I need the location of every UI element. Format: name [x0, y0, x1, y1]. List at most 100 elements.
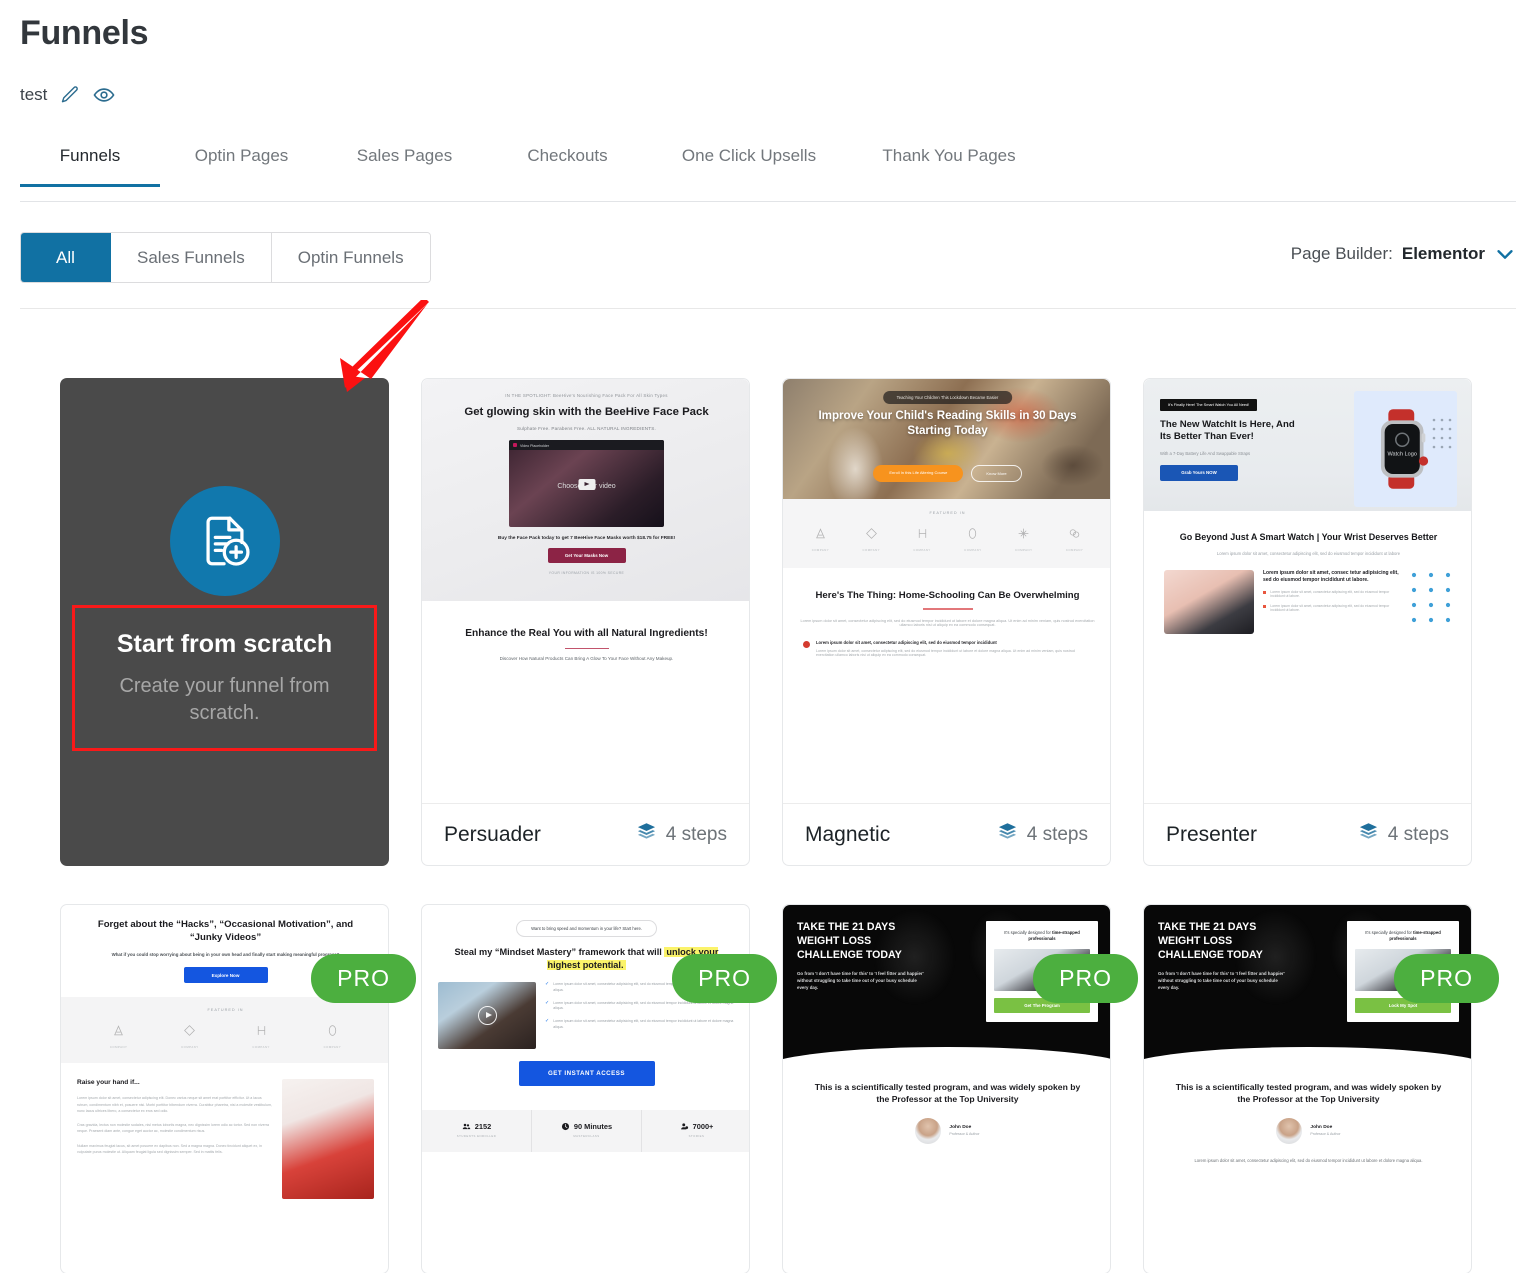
thumb-stat-label: STORIES [688, 1134, 705, 1139]
pro-badge: PRO [672, 954, 777, 1003]
template-card-pro-weightloss-b[interactable]: PRO TAKE THE 21 DAYS WEIGHT LOSS CHALLEN… [1143, 904, 1499, 1273]
template-steps: 4 steps [997, 821, 1088, 848]
filter-sales-funnels[interactable]: Sales Funnels [111, 233, 272, 282]
thumb-stat-value: 7000+ [692, 1122, 714, 1132]
document-plus-icon [169, 486, 280, 596]
section-tabs: Funnels Optin Pages Sales Pages Checkout… [20, 140, 1516, 202]
thumb-video-label: Video Placeholder [520, 443, 550, 448]
funnels-page: Funnels test Funnels Optin Pages Sales P… [0, 0, 1536, 1273]
thumb-button-secondary: Know More [971, 465, 1022, 482]
template-steps: 4 steps [1358, 821, 1449, 848]
eye-icon[interactable] [93, 84, 115, 106]
pencil-icon[interactable] [59, 84, 81, 106]
thumb-section-headline: Enhance the Real You with all Natural In… [465, 628, 708, 640]
thumb-section-sub: Lorem ipsum dolor sit amet, consectetur … [1216, 551, 1401, 557]
chevron-down-icon[interactable] [1494, 243, 1516, 265]
thumb-featured-label: FEATURED IN [207, 1008, 244, 1013]
thumb-headline: TAKE THE 21 DAYS WEIGHT LOSS CHALLENGE T… [797, 921, 902, 961]
template-name: Presenter [1166, 822, 1258, 846]
tab-optin-pages[interactable]: Optin Pages [160, 140, 323, 186]
thumb-author-role: Professor & Author [949, 1132, 980, 1137]
tab-one-click-upsells[interactable]: One Click Upsells [649, 140, 849, 186]
thumb-stat: 7000+ STORIES [642, 1110, 749, 1152]
thumb-logo-label: COMPANY [1015, 548, 1033, 552]
thumb-cta-text: Buy the Face Pack today to get 7 BeeHive… [497, 536, 676, 542]
check-icon: ✓ [545, 981, 550, 988]
thumb-logo-label: COMPANY [862, 548, 880, 552]
thumb-watch-logo: Watch Logo [1388, 451, 1417, 457]
funnel-name: test [20, 85, 48, 104]
thumb-footer-text: Lorem ipsum dolor sit amet, consectetur … [1194, 1157, 1423, 1163]
thumb-stat-value: 90 Minutes [573, 1122, 613, 1132]
start-from-scratch-card[interactable]: Start from scratch Create your funnel fr… [60, 378, 389, 866]
pro-badge: PRO [311, 954, 416, 1003]
template-thumbnail: Teaching Your Children This Lockdown Bec… [783, 379, 1110, 803]
template-card-footer: Presenter 4 steps [1144, 803, 1471, 865]
template-thumbnail: It's Finally Here! The Smart Watch You A… [1144, 379, 1471, 803]
thumb-feature-image [282, 1079, 374, 1200]
thumb-tag: It's Finally Here! The Smart Watch You A… [1160, 399, 1258, 411]
check-icon: ✓ [545, 1018, 550, 1025]
thumb-section-sub: Discover How Natural Products Can Bring … [499, 656, 674, 662]
template-card-pro-hacks[interactable]: PRO Forget about the “Hacks”, “Occasiona… [60, 904, 416, 1273]
tab-funnels[interactable]: Funnels [20, 140, 160, 187]
tab-thank-you-pages[interactable]: Thank You Pages [849, 140, 1049, 186]
thumb-cta-button: GET INSTANT ACCESS [518, 1061, 655, 1087]
thumb-author-name: John Doe [949, 1125, 972, 1131]
thumb-section-headline: Raise your hand if... [77, 1079, 140, 1087]
thumb-logo-label: COMPANY [181, 1045, 199, 1050]
thumb-logo-label: COMPANY [252, 1045, 270, 1050]
pro-badge: PRO [1033, 954, 1138, 1003]
avatar [1276, 1117, 1303, 1144]
filter-all[interactable]: All [21, 233, 111, 282]
layers-stack-icon [1358, 821, 1379, 848]
thumb-stat: 90 Minutes MASTERCLASS [532, 1110, 642, 1153]
thumb-logo-label: COMPANY [811, 548, 830, 552]
thumb-feature-bullet: Lorem ipsum dolor sit amet, consectetur … [1270, 604, 1390, 613]
bullet-dot-icon [803, 640, 810, 648]
page-builder-selector[interactable]: Page Builder: Elementor [1291, 243, 1516, 265]
template-card-presenter[interactable]: It's Finally Here! The Smart Watch You A… [1143, 378, 1472, 866]
pro-badge: PRO [1394, 954, 1499, 1003]
template-name: Persuader [444, 822, 541, 846]
filter-optin-funnels[interactable]: Optin Funnels [271, 233, 430, 282]
avatar [915, 1117, 942, 1144]
thumb-section-headline: This is a scientifically tested program,… [814, 1082, 1081, 1105]
scratch-title: Start from scratch [116, 630, 333, 658]
thumb-para-3: Nullam maximus feugiat lacus, sit amet p… [77, 1143, 262, 1154]
layers-stack-icon [636, 821, 657, 848]
template-card-magnetic[interactable]: Teaching Your Children This Lockdown Bec… [782, 378, 1111, 866]
thumb-logo-label: COMPANY [323, 1045, 342, 1050]
thumb-headline: The New WatchIt Is Here, And Its Better … [1160, 419, 1295, 443]
play-icon [478, 1006, 497, 1026]
thumb-cta-button: Explore Now [183, 967, 268, 984]
template-name: Magnetic [805, 822, 891, 846]
page-builder-label: Page Builder: [1290, 244, 1393, 263]
person-check-icon [680, 1123, 688, 1130]
thumb-secure-note: YOUR INFORMATION IS 100% SECURE [548, 571, 625, 576]
tab-checkouts[interactable]: Checkouts [486, 140, 649, 186]
thumb-pill: Teaching Your Children This Lockdown Bec… [882, 391, 1013, 404]
thumb-subhead: Go from 'I don't have time for this' to … [797, 971, 924, 990]
template-card-persuader[interactable]: IN THE SPOTLIGHT: BeeHive's Nourishing F… [421, 378, 750, 866]
thumb-stat: 2152 STUDENTS ENROLLED [422, 1110, 532, 1153]
thumb-logo-label: COMPANY [1065, 548, 1084, 552]
bullet-square-icon [1263, 605, 1267, 609]
template-card-footer: Persuader 4 steps [422, 803, 749, 865]
tab-sales-pages[interactable]: Sales Pages [323, 140, 486, 186]
template-steps-label: 4 steps [1026, 823, 1088, 845]
filter-row: All Sales Funnels Optin Funnels Page Bui… [20, 229, 1516, 309]
template-steps-label: 4 steps [665, 823, 727, 845]
thumb-bullet: Lorem ipsum dolor sit amet, consectetur … [553, 1019, 734, 1029]
thumb-feature-bullet: Lorem ipsum dolor sit amet, consectetur … [1270, 590, 1390, 599]
template-card-pro-mindset[interactable]: PRO Want to bring speed and momentum in … [421, 904, 777, 1273]
template-card-pro-weightloss-a[interactable]: PRO TAKE THE 21 DAYS WEIGHT LOSS CHALLEN… [782, 904, 1138, 1273]
thumb-stat-label: STUDENTS ENROLLED [456, 1134, 497, 1139]
thumb-panel-text-1: It's specially designed for [1004, 930, 1051, 935]
thumb-logo-label: COMPANY [109, 1045, 128, 1050]
thumb-panel-text-1: It's specially designed for [1365, 930, 1412, 935]
thumb-stat-label: MASTERCLASS [573, 1134, 600, 1139]
thumb-logo-label: COMPANY [964, 548, 982, 552]
thumb-featured-label: FEATURED IN [929, 511, 966, 515]
thumb-logo-label: COMPANY [913, 548, 931, 552]
